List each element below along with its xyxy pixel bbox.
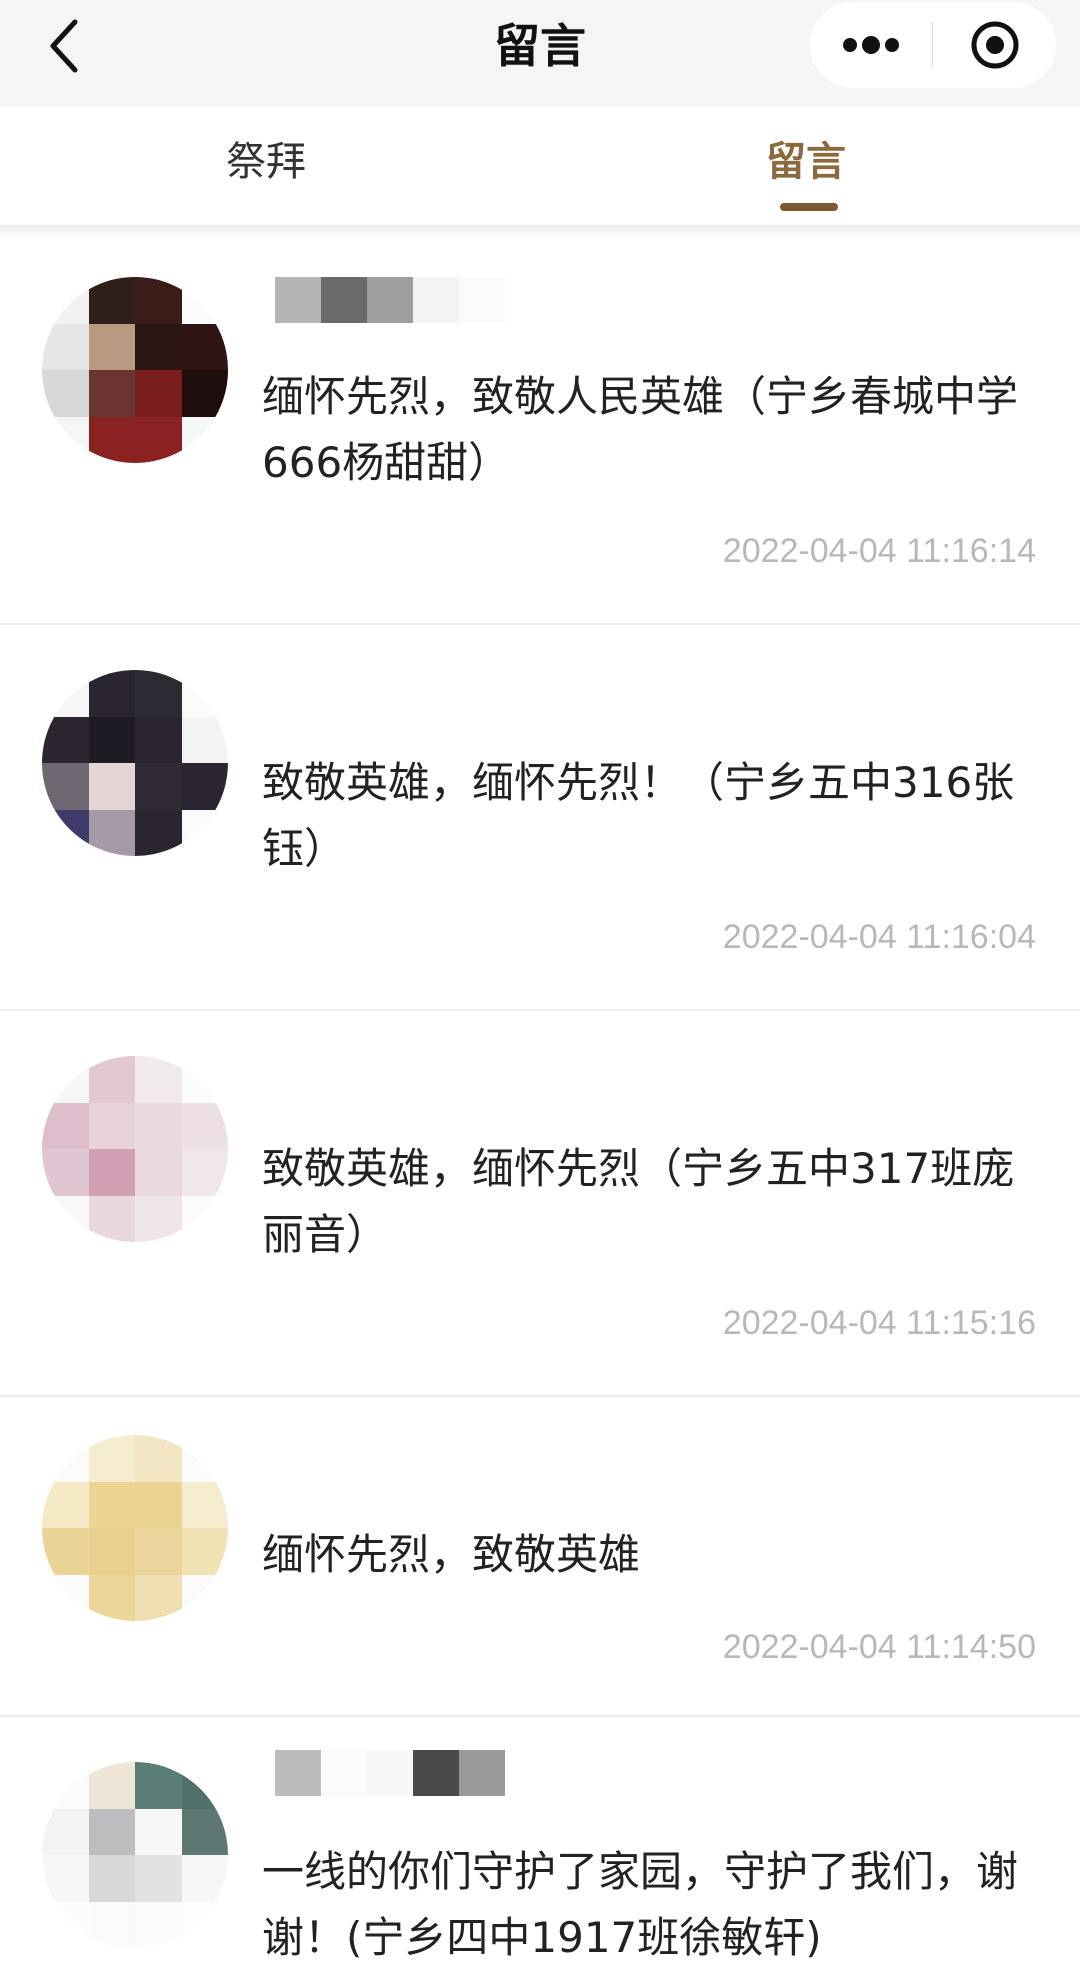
comment-text: 缅怀先烈，致敬英雄 [262, 1530, 641, 1579]
comment-item: 致敬英雄，缅怀先烈！（宁乡五中316张钰） 2022-04-04 11:16:0… [0, 625, 1080, 1011]
close-miniprogram-button[interactable] [933, 2, 1056, 88]
avatar[interactable] [42, 1056, 228, 1242]
comment-text: 致敬英雄，缅怀先烈（宁乡五中317班庞丽音） [262, 1144, 1015, 1259]
page: 留言 祭拜 留言 缅怀先烈，致敬人民英雄（宁乡春城中学666杨甜甜） 2022-… [0, 0, 1080, 1981]
nav-bar: 留言 [0, 0, 1080, 107]
avatar[interactable] [42, 1762, 228, 1948]
tab-bar-shadow [0, 225, 1080, 239]
more-button[interactable] [810, 2, 932, 88]
menu-capsule [810, 2, 1056, 88]
more-dots-icon [843, 36, 899, 54]
avatar[interactable] [42, 670, 228, 856]
target-close-icon [971, 21, 1018, 69]
comment-time: 2022-04-04 11:14:50 [722, 1628, 1036, 1666]
tab-bar: 祭拜 留言 [0, 107, 1080, 225]
tab-messages-label: 留言 [766, 139, 846, 185]
comment-time: 2022-04-04 11:16:04 [722, 918, 1036, 956]
nickname-blurred [275, 277, 505, 323]
tab-worship-label: 祭拜 [226, 139, 306, 185]
comment-item: 缅怀先烈，致敬英雄 2022-04-04 11:14:50 [0, 1397, 1080, 1717]
comment-time: 2022-04-04 11:15:16 [722, 1304, 1036, 1342]
comment-text: 一线的你们守护了家园，守护了我们，谢谢！(宁乡四中1917班徐敏轩) [262, 1847, 1019, 1962]
tab-worship[interactable]: 祭拜 [0, 107, 540, 225]
comment-item: 一线的你们守护了家园，守护了我们，谢谢！(宁乡四中1917班徐敏轩) [0, 1717, 1080, 1981]
tab-active-indicator [780, 203, 838, 211]
avatar[interactable] [42, 277, 228, 463]
comment-text: 缅怀先烈，致敬人民英雄（宁乡春城中学666杨甜甜） [262, 372, 1019, 487]
comment-time: 2022-04-04 11:16:14 [722, 532, 1036, 570]
comment-item: 缅怀先烈，致敬人民英雄（宁乡春城中学666杨甜甜） 2022-04-04 11:… [0, 239, 1080, 625]
tab-messages[interactable]: 留言 [540, 107, 1080, 225]
avatar[interactable] [42, 1435, 228, 1621]
comment-text: 致敬英雄，缅怀先烈！（宁乡五中316张钰） [262, 758, 1015, 873]
comment-item: 致敬英雄，缅怀先烈（宁乡五中317班庞丽音） 2022-04-04 11:15:… [0, 1011, 1080, 1397]
nickname-blurred [275, 1750, 505, 1796]
